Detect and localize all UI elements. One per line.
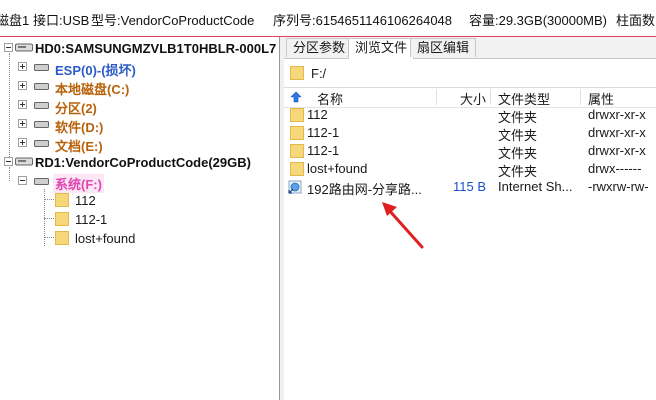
folder-icon [290, 66, 304, 80]
tree-node-partition[interactable]: 分区(2) [0, 96, 279, 116]
file-browser-panel: 分区参数 浏览文件 扇区编辑 F:/ 名称 大小 文件类型 属性 112 文件夹… [284, 37, 656, 400]
file-name: 112-1 [307, 143, 340, 158]
annotation-arrow-icon [382, 202, 424, 249]
file-attr: drwxr-xr-x [588, 125, 646, 140]
file-row[interactable]: lost+found 文件夹 drwx------ [284, 160, 656, 179]
tree-label: 112-1 [75, 212, 108, 227]
file-row[interactable]: 112-1 文件夹 drwxr-xr-x [284, 142, 656, 161]
folder-icon [55, 212, 69, 226]
file-type: Internet Sh... [498, 179, 573, 194]
tree-node-partition[interactable]: 软件(D:) [0, 115, 279, 135]
cylinders-info: 柱面数 [616, 13, 656, 28]
capacity-info: 容量:29.3GB(30000MB) [469, 13, 608, 28]
file-list-header: 名称 大小 文件类型 属性 [284, 87, 656, 108]
collapse-icon[interactable] [18, 176, 27, 185]
partition-icon [34, 178, 49, 185]
collapse-icon[interactable] [4, 43, 13, 52]
tree-node-folder[interactable]: 112 [0, 191, 279, 210]
folder-icon [290, 108, 304, 122]
expand-icon[interactable] [18, 81, 27, 90]
folder-icon [55, 231, 69, 245]
current-path: F:/ [311, 66, 327, 81]
partition-icon [34, 83, 49, 90]
up-arrow-icon[interactable] [290, 91, 302, 103]
path-bar[interactable]: F:/ [284, 59, 656, 88]
disk-tree: HD0:SAMSUNGMZVLB1T0HBLR-000L7 ESP(0)-(损坏… [0, 37, 280, 400]
tree-label: RD1:VendorCoProductCode(29GB) [35, 155, 251, 170]
file-name: 112 [307, 107, 328, 122]
disk-index: 磁盘1 [0, 13, 30, 28]
folder-icon [290, 126, 304, 140]
tree-label: HD0:SAMSUNGMZVLB1T0HBLR-000L7 [35, 41, 277, 56]
tree-node-selected-partition[interactable]: 系统(F:) [0, 172, 279, 193]
collapse-icon[interactable] [4, 157, 13, 166]
tree-label: 112 [75, 193, 96, 208]
expand-icon[interactable] [18, 100, 27, 109]
file-row[interactable]: 112-1 文件夹 drwxr-xr-x [284, 124, 656, 143]
tree-node-folder[interactable]: 112-1 [0, 210, 279, 229]
tree-node-folder[interactable]: lost+found [0, 229, 279, 248]
partition-icon [34, 64, 49, 71]
folder-icon [290, 162, 304, 176]
disk-info-bar: 磁盘1 接口:USB 型号:VendorCoProductCode 序列号:61… [0, 0, 656, 38]
file-name: lost+found [307, 161, 368, 176]
tab-browse-files[interactable]: 浏览文件 [348, 38, 415, 59]
file-row[interactable]: 112 文件夹 drwxr-xr-x [284, 106, 656, 125]
tab-partition-params[interactable]: 分区参数 [286, 38, 353, 57]
file-row[interactable]: 192路由网-分享路... 115 B Internet Sh... -rwxr… [284, 178, 656, 197]
tree-node-partition[interactable]: 文档(E:) [0, 134, 279, 154]
expand-icon[interactable] [18, 119, 27, 128]
tab-bar: 分区参数 浏览文件 扇区编辑 [284, 37, 656, 59]
file-name: 112-1 [307, 125, 340, 140]
folder-icon [290, 144, 304, 158]
serial-info: 序列号:6154651146106264048 [273, 13, 453, 28]
tree-label: lost+found [75, 231, 136, 246]
column-divider[interactable] [436, 89, 437, 105]
partition-icon [34, 121, 49, 128]
folder-icon [55, 193, 69, 207]
partition-icon [34, 140, 49, 147]
expand-icon[interactable] [18, 138, 27, 147]
model-info: 型号:VendorCoProductCode [91, 13, 255, 28]
tree-node-partition[interactable]: ESP(0)-(损坏) [0, 58, 279, 78]
file-attr: -rwxrw-rw- [588, 179, 649, 194]
partition-icon [34, 102, 49, 109]
tab-sector-edit[interactable]: 扇区编辑 [410, 38, 477, 57]
file-size: 115 B [453, 179, 487, 194]
hard-disk-icon [15, 43, 33, 52]
tree-node-rd1[interactable]: RD1:VendorCoProductCode(29GB) [0, 153, 279, 172]
column-divider[interactable] [580, 89, 581, 105]
expand-icon[interactable] [18, 62, 27, 71]
removable-disk-icon [15, 157, 33, 166]
tree-node-partition[interactable]: 本地磁盘(C:) [0, 77, 279, 97]
tree-node-hd0[interactable]: HD0:SAMSUNGMZVLB1T0HBLR-000L7 [0, 39, 279, 58]
interface-info: 接口:USB [33, 13, 90, 28]
column-divider[interactable] [490, 89, 491, 105]
file-attr: drwxr-xr-x [588, 143, 646, 158]
internet-shortcut-icon [288, 180, 302, 194]
file-attr: drwx------ [588, 161, 642, 176]
file-attr: drwxr-xr-x [588, 107, 646, 122]
